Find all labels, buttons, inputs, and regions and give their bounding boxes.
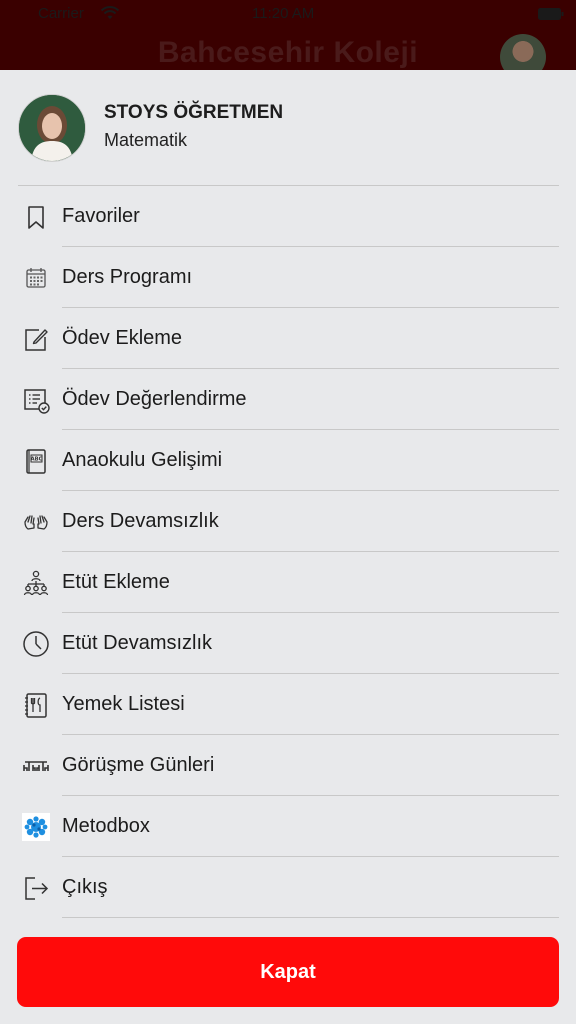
menu-item-etut-devamsizlik[interactable]: Etüt Devamsızlık <box>0 613 576 674</box>
menu-item-label: Anaokulu Gelişimi <box>62 449 223 471</box>
meeting-table-icon <box>23 761 49 771</box>
svg-text:ABC: ABC <box>31 457 43 463</box>
wifi-icon <box>100 6 120 19</box>
app-title: Bahcesehir Koleji <box>157 36 419 69</box>
menu-item-label: Yemek Listesi <box>62 693 185 715</box>
clock-icon <box>23 631 49 657</box>
edit-note-icon <box>25 329 48 351</box>
menu-item-yemek-listesi[interactable]: Yemek Listesi <box>0 674 576 735</box>
profile-photo-image <box>19 95 85 161</box>
menu-item-label: Çıkış <box>62 876 108 898</box>
checklist-icon <box>24 389 50 414</box>
battery-icon <box>538 8 564 20</box>
menu-item-label: Ödev Değerlendirme <box>62 388 247 410</box>
menu-item-odev-ekleme[interactable]: Ödev Ekleme <box>0 308 576 369</box>
menu-item-favoriler[interactable]: Favoriler <box>0 186 576 247</box>
menu-item-gorusme-gunleri[interactable]: Görüşme Günleri <box>0 735 576 796</box>
close-button[interactable]: Kapat <box>17 937 559 1007</box>
abc-book-icon: ABC <box>26 449 46 474</box>
menu-item-odev-degerlendirme[interactable]: Ödev Değerlendirme <box>0 369 576 430</box>
profile-header: STOYS ÖĞRETMEN Matematik <box>18 94 558 164</box>
side-menu-sheet: STOYS ÖĞRETMEN Matematik Favoriler Ders … <box>0 70 576 1024</box>
menu-item-label: Ders Programı <box>62 266 193 288</box>
menu-item-etut-ekleme[interactable]: Etüt Ekleme <box>0 552 576 613</box>
carrier-label: Carrier <box>38 5 84 22</box>
profile-name: STOYS ÖĞRETMEN <box>104 102 284 123</box>
app-header: Carrier 11:20 AM Bahcesehir Koleji <box>0 0 576 80</box>
menu-item-anaokulu-gelisimi[interactable]: ABC Anaokulu Gelişimi <box>0 430 576 491</box>
menu-item-label: Metodbox <box>62 815 150 837</box>
menu-book-icon <box>25 693 47 718</box>
menu-item-cikis[interactable]: Çıkış <box>0 857 576 918</box>
bookmark-icon <box>28 206 44 229</box>
profile-subject: Matematik <box>104 130 188 150</box>
logout-icon <box>25 877 49 900</box>
menu-item-metodbox[interactable]: Metodbox <box>0 796 576 857</box>
status-time: 11:20 AM <box>252 5 315 22</box>
metodbox-logo-icon <box>22 813 50 841</box>
menu-item-label: Favoriler <box>62 205 140 227</box>
calendar-icon <box>26 268 46 288</box>
status-bar: Carrier 11:20 AM <box>0 0 576 30</box>
raised-hands-icon <box>24 515 48 530</box>
menu-item-label: Ders Devamsızlık <box>62 510 219 532</box>
menu-item-ders-devamsizlik[interactable]: Ders Devamsızlık <box>0 491 576 552</box>
menu-list: Favoriler Ders Programı Ödev Ekleme Ödev… <box>0 186 576 918</box>
menu-item-label: Etüt Devamsızlık <box>62 632 213 654</box>
menu-item-ders-programi[interactable]: Ders Programı <box>0 247 576 308</box>
profile-avatar <box>18 94 86 162</box>
group-hierarchy-icon <box>23 570 49 596</box>
menu-item-label: Ödev Ekleme <box>62 327 183 349</box>
menu-divider <box>62 917 559 918</box>
menu-item-label: Etüt Ekleme <box>62 571 170 593</box>
menu-item-label: Görüşme Günleri <box>62 754 215 776</box>
